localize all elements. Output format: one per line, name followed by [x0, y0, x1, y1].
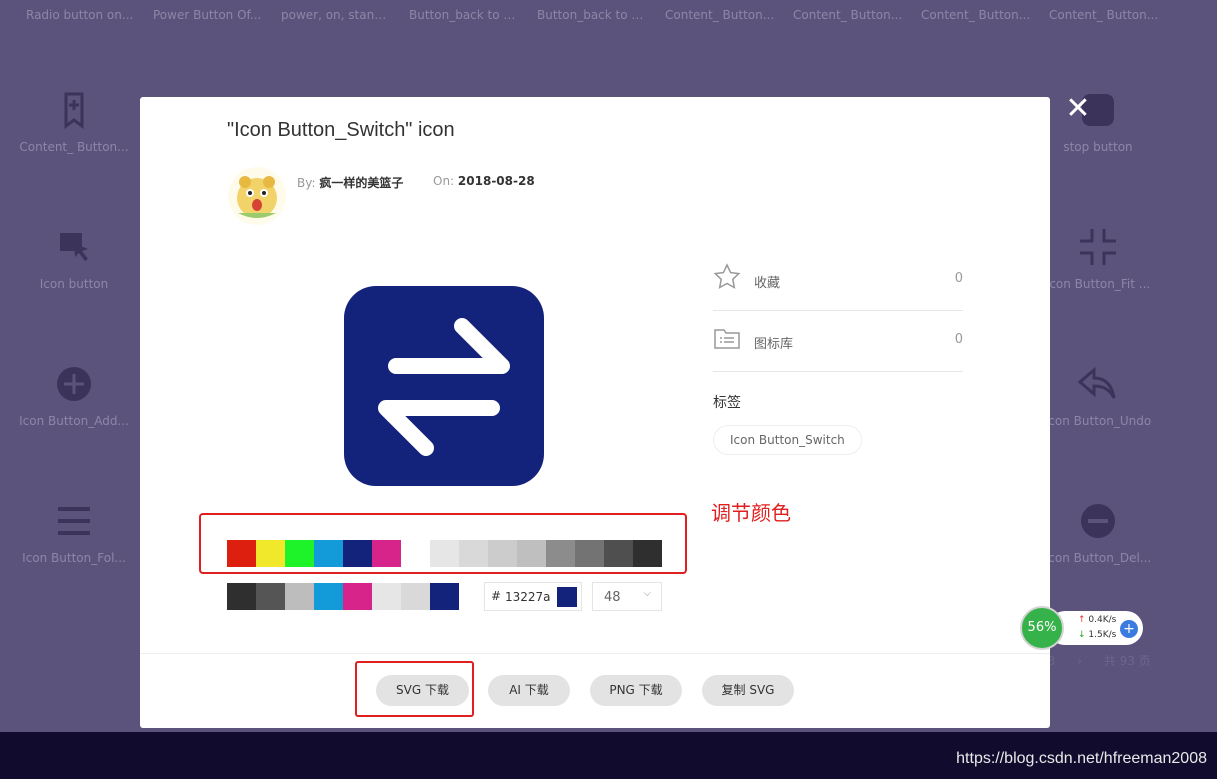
bg-icon-label: Content_ Button...: [19, 140, 129, 154]
bg-top-label: Button_back to t...: [537, 8, 647, 22]
stop-icon: [1043, 88, 1153, 132]
author-meta: By: 疯一样的美篮子: [297, 174, 403, 191]
on-label: On:: [433, 174, 455, 188]
bg-top-label: Content_ Button...: [921, 8, 1031, 22]
icon-detail-modal: "Icon Button_Switch" icon By: 疯一样的美篮子 On…: [140, 97, 1050, 728]
bg-top-label: Content_ Button...: [1049, 8, 1159, 22]
size-select[interactable]: 48 ⌵: [592, 582, 662, 611]
bg-icon-card[interactable]: Icon Button_Undo: [1043, 362, 1153, 428]
plus-circle-icon: [19, 362, 129, 406]
ai-download-button[interactable]: AI 下载: [488, 675, 570, 706]
current-color-swatch: [557, 587, 577, 607]
color-swatch[interactable]: [256, 583, 285, 610]
favorite-row[interactable]: 收藏 0: [713, 250, 963, 311]
size-value: 48: [604, 590, 621, 605]
hex-value[interactable]: 13227a: [505, 590, 551, 604]
download-speed: ↓ 1.5K/s: [1078, 630, 1116, 640]
folder-list-icon: [713, 324, 741, 352]
bg-icon-label: Icon Button_Undo: [1044, 414, 1152, 428]
usage-percent: 56%: [1020, 606, 1064, 650]
color-swatch[interactable]: [314, 583, 343, 610]
background-label-row: Radio button on... Power Button Of... po…: [0, 8, 1217, 28]
favorite-label: 收藏: [754, 276, 781, 291]
color-swatch[interactable]: [401, 583, 430, 610]
page-total: 共 93 页: [1103, 654, 1151, 668]
divider: [140, 653, 1050, 654]
highlight-box: [355, 661, 474, 717]
bg-icon-label: Icon Button_Fol...: [22, 551, 126, 565]
bg-icon-label: Icon button: [39, 277, 109, 291]
hex-color-input[interactable]: # 13227a: [484, 582, 582, 611]
bg-top-label: Button_back to t...: [409, 8, 519, 22]
star-icon: [713, 263, 741, 291]
bg-icon-card[interactable]: Icon Button_Fit ...: [1043, 225, 1153, 291]
bg-icon-card[interactable]: Icon Button_Del...: [1043, 499, 1153, 565]
color-swatch[interactable]: [285, 583, 314, 610]
download-speed-value: 1.5K/s: [1088, 630, 1117, 640]
menu-icon: [19, 499, 129, 543]
date-meta: On: 2018-08-28: [433, 174, 535, 188]
bg-icon-card[interactable]: Icon button: [19, 225, 129, 291]
arrow-down-icon: ↓: [1078, 630, 1086, 640]
arrow-up-icon: ↑: [1078, 615, 1086, 625]
bg-icon-label: Icon Button_Del...: [1044, 551, 1152, 565]
upload-date: 2018-08-28: [457, 174, 535, 188]
bg-icon-card[interactable]: Icon Button_Fol...: [19, 499, 129, 565]
bg-icon-label: stop button: [1063, 140, 1133, 154]
highlight-box: [199, 513, 687, 574]
bg-icon-label: Icon Button_Fit ...: [1045, 277, 1151, 291]
pagination: 93 › 共 93 页: [1040, 652, 1169, 669]
tags-heading: 标签: [713, 395, 741, 411]
close-icon[interactable]: ✕: [1064, 94, 1092, 124]
bg-top-label: Power Button Of...: [153, 8, 262, 22]
bg-icon-label: Icon Button_Add...: [19, 414, 129, 428]
favorite-count: 0: [954, 271, 963, 286]
next-page-icon[interactable]: ›: [1077, 654, 1082, 668]
upload-speed: ↑ 0.4K/s: [1078, 615, 1116, 625]
chevron-down-icon: ⌵: [643, 588, 651, 599]
tag-chip[interactable]: Icon Button_Switch: [713, 425, 862, 455]
color-swatch[interactable]: [343, 583, 372, 610]
annotation-label: 调节颜色: [711, 501, 791, 525]
recent-color-palette: [227, 583, 459, 610]
bg-icon-card[interactable]: Icon Button_Add...: [19, 362, 129, 428]
bg-top-label: Content_ Button...: [793, 8, 903, 22]
color-swatch[interactable]: [227, 583, 256, 610]
library-row[interactable]: 图标库 0: [713, 311, 963, 372]
switch-icon: [344, 286, 544, 486]
modal-title: "Icon Button_Switch" icon: [227, 119, 455, 141]
copy-svg-button[interactable]: 复制 SVG: [702, 675, 794, 706]
plus-icon[interactable]: +: [1120, 620, 1138, 638]
bg-top-label: power, on, stand...: [281, 8, 391, 22]
avatar[interactable]: [228, 167, 286, 225]
upload-speed-value: 0.4K/s: [1088, 615, 1117, 625]
by-label: By:: [297, 176, 316, 190]
icon-preview: [227, 250, 661, 510]
bg-icon-card[interactable]: stop button: [1043, 88, 1153, 154]
hash-symbol: #: [491, 589, 502, 603]
library-count: 0: [954, 332, 963, 347]
undo-icon: [1043, 362, 1153, 406]
minus-circle-icon: [1043, 499, 1153, 543]
color-swatch[interactable]: [430, 583, 459, 610]
fit-icon: [1043, 225, 1153, 269]
bookmark-add-icon: [19, 88, 129, 132]
library-label: 图标库: [754, 337, 794, 352]
bg-icon-card[interactable]: Content_ Button...: [19, 88, 129, 154]
bg-top-label: Radio button on...: [26, 8, 134, 22]
author-name[interactable]: 疯一样的美篮子: [319, 176, 403, 190]
watermark: https://blog.csdn.net/hfreeman2008: [956, 750, 1207, 767]
square-cursor-icon: [19, 225, 129, 269]
color-swatch[interactable]: [372, 583, 401, 610]
network-speed-widget[interactable]: 56% ↑ 0.4K/s ↓ 1.5K/s +: [1020, 606, 1144, 650]
bg-top-label: Content_ Button...: [665, 8, 775, 22]
png-download-button[interactable]: PNG 下载: [590, 675, 682, 706]
